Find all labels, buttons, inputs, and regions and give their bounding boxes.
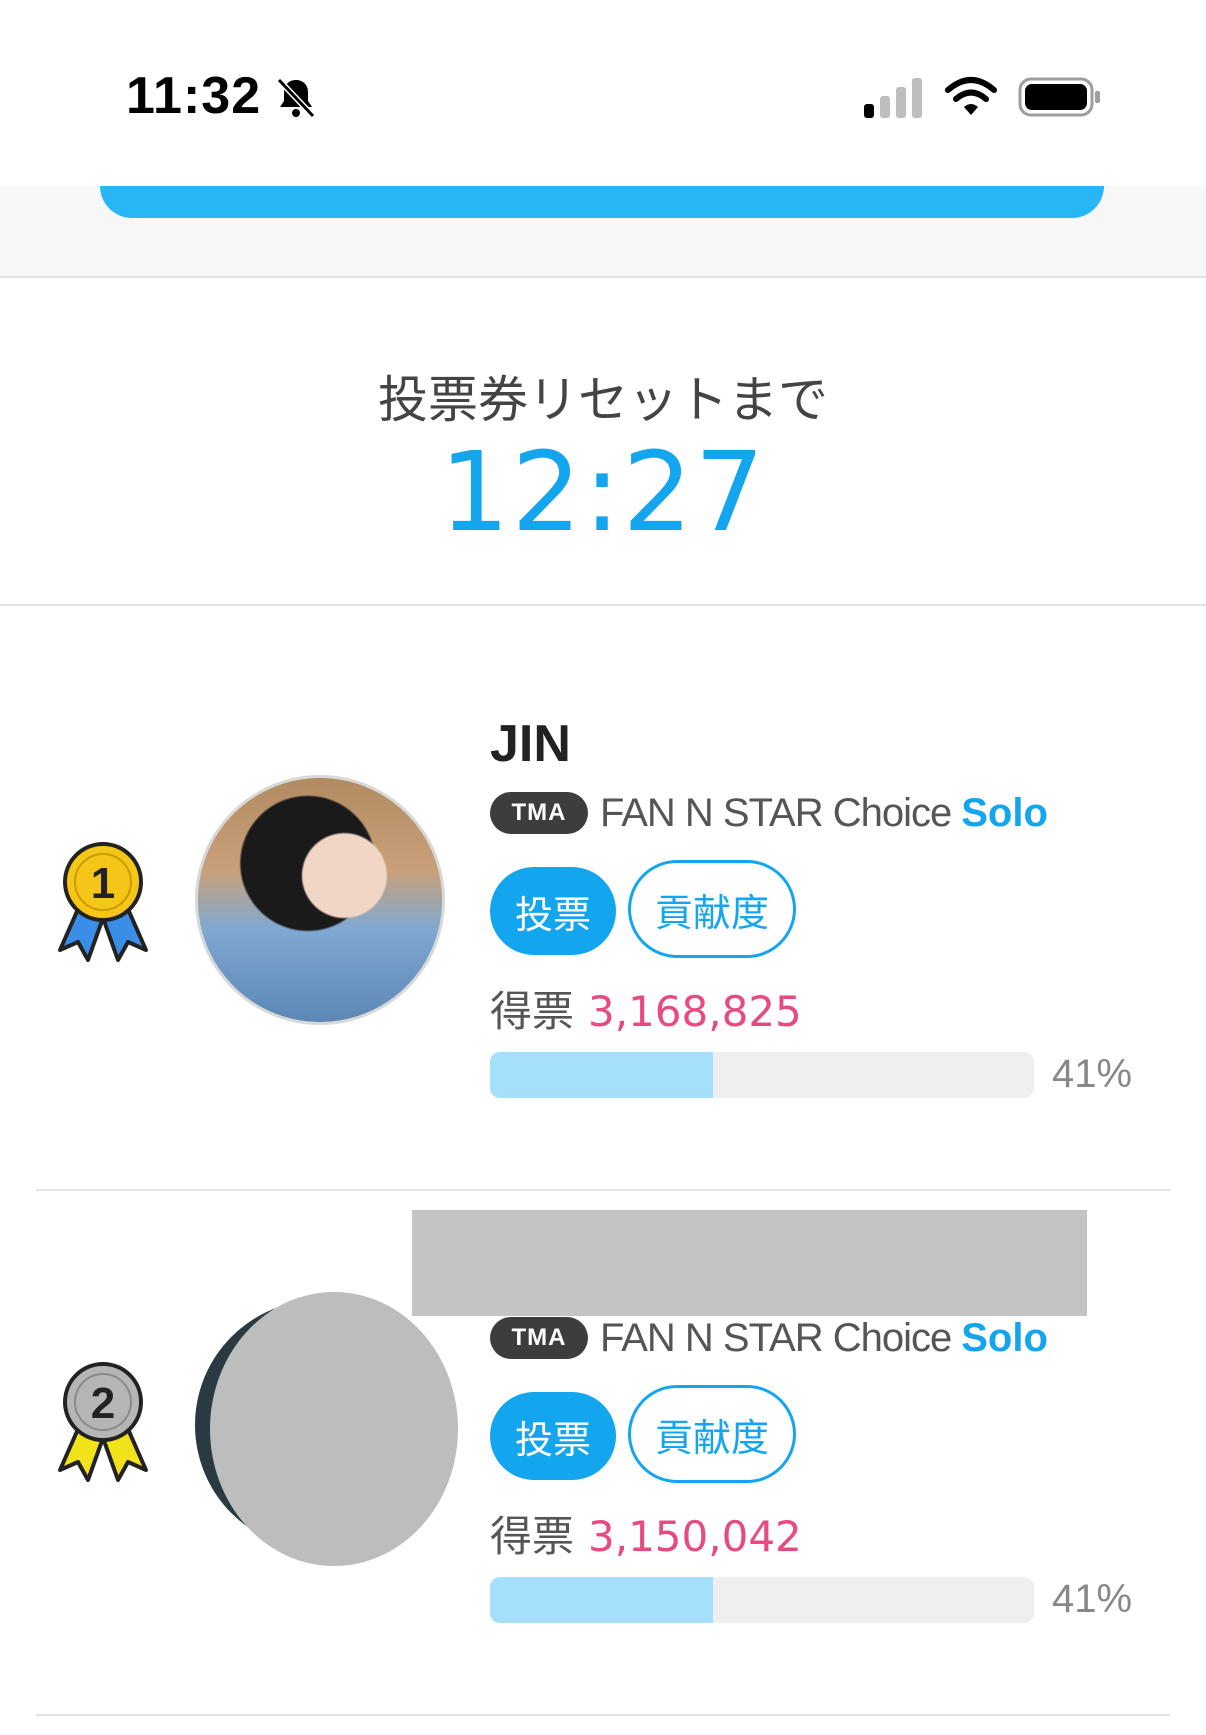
category-accent: Solo (961, 790, 1048, 835)
tma-badge: TMA (490, 792, 588, 834)
tma-badge: TMA (490, 1317, 588, 1359)
vote-progress-bar (490, 1577, 1034, 1623)
votes-row: 得票 3,168,825 (490, 978, 802, 1039)
category-accent: Solo (961, 1315, 1048, 1360)
countdown-timer: 12:27 (439, 428, 767, 556)
votes-row: 得票 3,150,042 (490, 1503, 802, 1564)
vote-button[interactable]: 投票 (490, 1392, 616, 1480)
vote-progress-fill (490, 1052, 714, 1098)
category-name: FAN N STAR Choice (600, 1315, 952, 1360)
vote-reset-countdown: 投票券リセットまで 12:27 (0, 280, 1206, 606)
category-name: FAN N STAR Choice (600, 790, 952, 835)
category-row: TMA FAN N STAR Choice Solo (490, 788, 1048, 838)
silver-medal-icon: 2 (58, 1362, 148, 1482)
votes-label: 得票 (490, 987, 575, 1036)
cellular-signal-icon (864, 78, 922, 118)
bell-slash-icon (276, 77, 316, 119)
vote-percent: 41% (1052, 1052, 1133, 1096)
status-bar: 11:32 (0, 0, 1206, 186)
battery-icon (1018, 77, 1100, 117)
vote-progress-fill (490, 1577, 714, 1623)
vote-progress-bar (490, 1052, 1034, 1098)
category-row: TMA FAN N STAR Choice Solo (490, 1313, 1048, 1363)
artist-name: JIN (490, 715, 571, 773)
vote-button[interactable]: 投票 (490, 867, 616, 955)
votes-count: 3,150,042 (588, 1512, 802, 1561)
votes-count: 3,168,825 (588, 987, 802, 1036)
artist-avatar[interactable] (210, 1292, 458, 1566)
votes-label: 得票 (490, 1512, 575, 1561)
status-time: 11:32 (126, 67, 262, 125)
rank-number: 1 (91, 859, 115, 908)
rank-number: 2 (91, 1379, 115, 1428)
top-action-button[interactable] (100, 186, 1104, 218)
wifi-icon (945, 77, 997, 115)
countdown-label: 投票券リセットまで (378, 371, 828, 429)
entry-divider (36, 1189, 1170, 1191)
contribution-button[interactable]: 貢献度 (628, 1385, 796, 1483)
gold-medal-icon: 1 (58, 842, 148, 962)
artist-avatar[interactable] (195, 775, 445, 1025)
vote-percent: 41% (1052, 1577, 1133, 1621)
entry-divider (36, 1714, 1170, 1716)
redacted-area (412, 1210, 1087, 1316)
contribution-button[interactable]: 貢献度 (628, 860, 796, 958)
